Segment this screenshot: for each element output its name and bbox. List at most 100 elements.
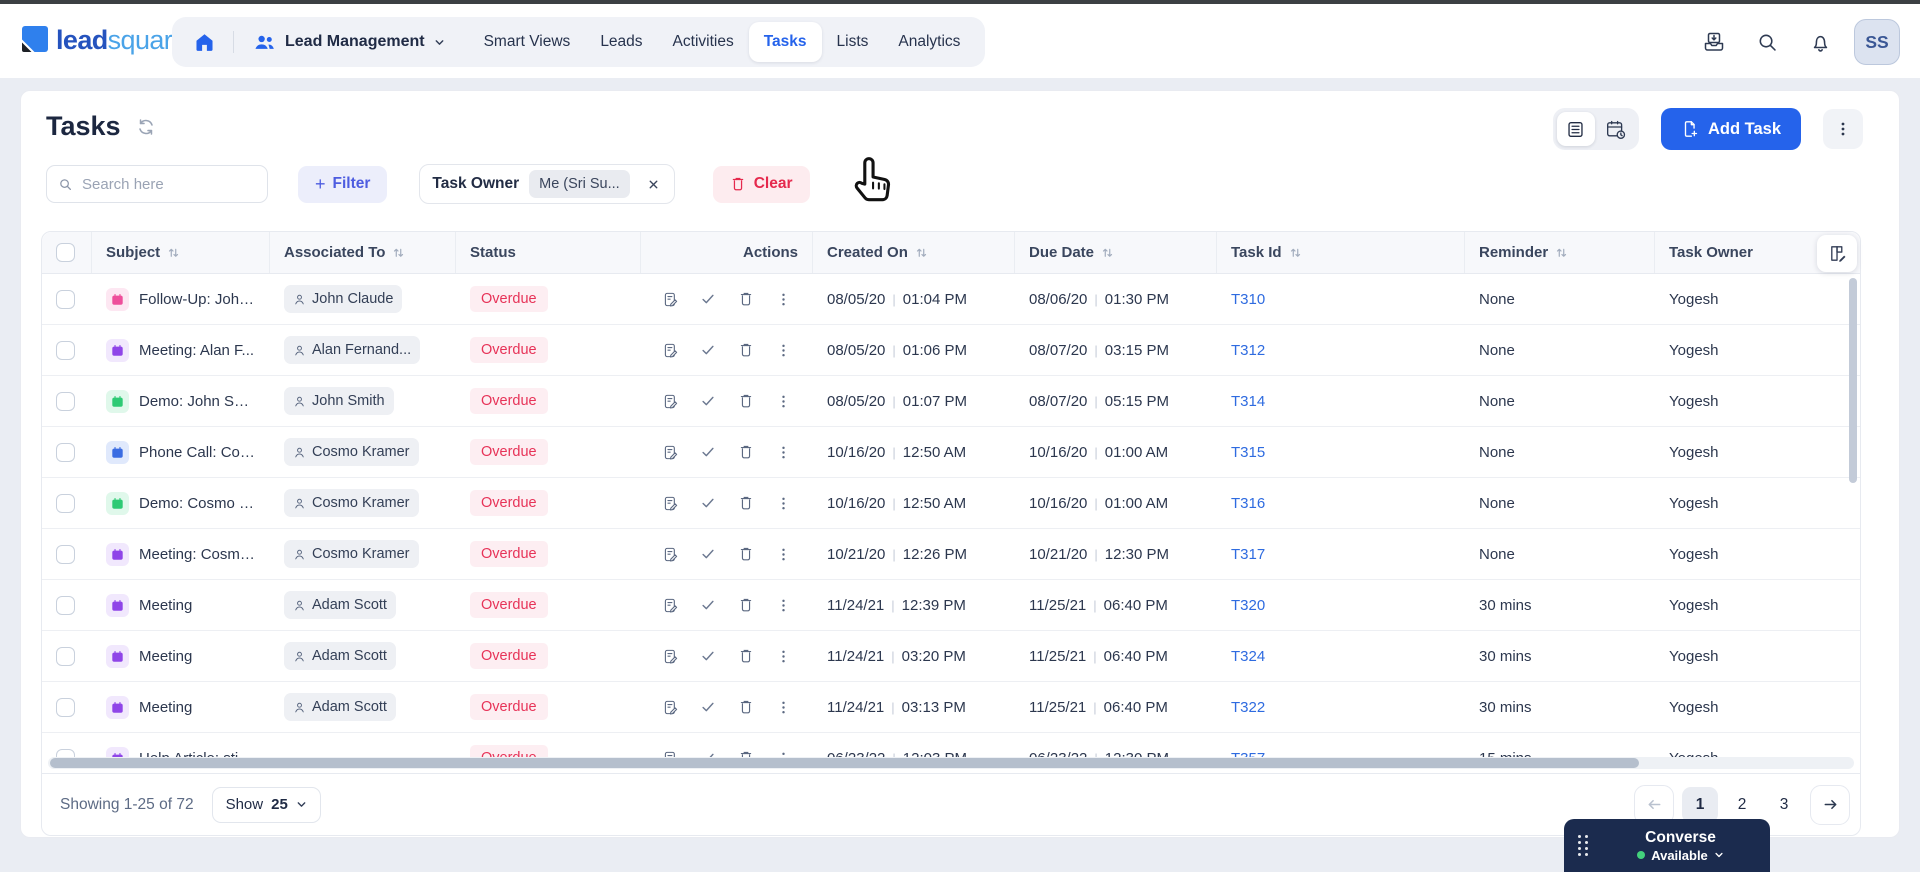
row-menu-icon[interactable]	[768, 333, 800, 367]
row-menu-icon[interactable]	[768, 690, 800, 724]
delete-task-icon[interactable]	[730, 588, 762, 622]
complete-task-icon[interactable]	[693, 639, 725, 673]
complete-task-icon[interactable]	[693, 384, 725, 418]
associated-to-pill[interactable]: Adam Scott	[284, 591, 396, 619]
row-checkbox[interactable]	[56, 544, 75, 564]
associated-to-pill[interactable]: Alan Fernand...	[284, 336, 421, 364]
sort-icon[interactable]	[392, 246, 405, 259]
associated-to-pill[interactable]: Cosmo Kramer	[284, 489, 419, 517]
row-checkbox[interactable]	[56, 493, 75, 513]
app-switcher[interactable]: Lead Management	[241, 31, 457, 54]
complete-task-icon[interactable]	[693, 690, 725, 724]
complete-task-icon[interactable]	[693, 537, 725, 571]
associated-to-pill[interactable]: John Claude	[284, 285, 403, 313]
search-input[interactable]	[80, 174, 256, 194]
edit-task-icon[interactable]	[655, 282, 687, 316]
user-avatar[interactable]: SS	[1854, 19, 1900, 65]
page-button-3[interactable]: 3	[1766, 787, 1802, 823]
associated-to-pill[interactable]: Adam Scott	[284, 693, 396, 721]
import-button[interactable]	[1702, 30, 1726, 54]
row-checkbox[interactable]	[56, 391, 75, 411]
converse-widget[interactable]: Converse Available	[1564, 819, 1770, 872]
subject-text[interactable]: Meeting: Alan F...	[139, 342, 254, 359]
associated-to-pill[interactable]: Cosmo Kramer	[284, 540, 419, 568]
row-checkbox[interactable]	[56, 595, 75, 615]
delete-task-icon[interactable]	[730, 333, 762, 367]
edit-task-icon[interactable]	[655, 435, 687, 469]
add-task-button[interactable]: Add Task	[1660, 108, 1801, 150]
row-checkbox[interactable]	[56, 442, 75, 462]
delete-task-icon[interactable]	[730, 690, 762, 724]
delete-task-icon[interactable]	[730, 486, 762, 520]
column-settings-button[interactable]	[1817, 235, 1857, 272]
complete-task-icon[interactable]	[693, 333, 725, 367]
edit-task-icon[interactable]	[655, 588, 687, 622]
sort-icon[interactable]	[1101, 246, 1114, 259]
task-owner-filter-chip[interactable]: Task Owner Me (Sri Su...	[419, 164, 675, 204]
edit-task-icon[interactable]	[655, 384, 687, 418]
task-id-link[interactable]: T314	[1231, 393, 1265, 410]
task-id-link[interactable]: T315	[1231, 444, 1265, 461]
delete-task-icon[interactable]	[730, 537, 762, 571]
page-button-1[interactable]: 1	[1682, 786, 1718, 823]
associated-to-pill[interactable]: Cosmo Kramer	[284, 438, 419, 466]
delete-task-icon[interactable]	[730, 282, 762, 316]
subject-text[interactable]: Meeting	[139, 648, 192, 665]
sort-icon[interactable]	[1289, 246, 1302, 259]
column-header-subject[interactable]: Subject	[92, 232, 270, 273]
row-menu-icon[interactable]	[768, 588, 800, 622]
row-menu-icon[interactable]	[768, 537, 800, 571]
delete-task-icon[interactable]	[730, 639, 762, 673]
associated-to-pill[interactable]: John Smith	[284, 387, 394, 415]
vertical-scrollbar[interactable]	[1849, 278, 1857, 718]
associated-to-pill[interactable]: Adam Scott	[284, 642, 396, 670]
select-all-checkbox[interactable]	[56, 243, 75, 262]
row-menu-icon[interactable]	[768, 486, 800, 520]
delete-task-icon[interactable]	[730, 384, 762, 418]
edit-task-icon[interactable]	[655, 333, 687, 367]
task-id-link[interactable]: T317	[1231, 546, 1265, 563]
task-id-link[interactable]: T310	[1231, 291, 1265, 308]
tab-tasks[interactable]: Tasks	[748, 22, 822, 62]
horizontal-scrollbar[interactable]	[48, 757, 1854, 769]
complete-task-icon[interactable]	[693, 435, 725, 469]
tab-smart-views[interactable]: Smart Views	[469, 22, 586, 62]
task-id-link[interactable]: T316	[1231, 495, 1265, 512]
complete-task-icon[interactable]	[693, 588, 725, 622]
subject-text[interactable]: Demo: Cosmo K...	[139, 495, 256, 512]
subject-text[interactable]: Demo: John Smith	[139, 393, 256, 410]
notifications-button[interactable]	[1809, 31, 1832, 54]
subject-text[interactable]: Meeting: Cosmo...	[139, 546, 256, 563]
row-menu-icon[interactable]	[768, 384, 800, 418]
row-checkbox[interactable]	[56, 340, 75, 360]
delete-task-icon[interactable]	[730, 435, 762, 469]
subject-text[interactable]: Follow-Up: John...	[139, 291, 256, 308]
list-view-button[interactable]	[1556, 112, 1595, 146]
column-header-due-date[interactable]: Due Date	[1015, 232, 1217, 273]
drag-handle-icon[interactable]	[1578, 835, 1589, 856]
vertical-scrollbar-thumb[interactable]	[1849, 278, 1857, 483]
edit-task-icon[interactable]	[655, 486, 687, 520]
column-header-created-on[interactable]: Created On	[813, 232, 1015, 273]
row-menu-icon[interactable]	[768, 639, 800, 673]
complete-task-icon[interactable]	[693, 282, 725, 316]
filter-button[interactable]: + Filter	[298, 165, 388, 203]
task-id-link[interactable]: T312	[1231, 342, 1265, 359]
tab-analytics[interactable]: Analytics	[883, 22, 975, 62]
clear-filters-button[interactable]: Clear	[712, 165, 810, 203]
edit-task-icon[interactable]	[655, 537, 687, 571]
edit-task-icon[interactable]	[655, 690, 687, 724]
calendar-view-button[interactable]	[1597, 112, 1635, 146]
row-checkbox[interactable]	[56, 697, 75, 717]
column-header-associated-to[interactable]: Associated To	[270, 232, 456, 273]
row-menu-icon[interactable]	[768, 282, 800, 316]
horizontal-scrollbar-thumb[interactable]	[50, 758, 1640, 768]
next-page-button[interactable]	[1810, 784, 1850, 825]
sort-icon[interactable]	[167, 246, 180, 259]
edit-task-icon[interactable]	[655, 639, 687, 673]
task-id-link[interactable]: T322	[1231, 699, 1265, 716]
tab-lists[interactable]: Lists	[822, 22, 884, 62]
page-size-select[interactable]: Show 25	[211, 786, 321, 823]
search-button[interactable]	[1756, 31, 1779, 54]
subject-text[interactable]: Phone Call: Cos...	[139, 444, 256, 461]
